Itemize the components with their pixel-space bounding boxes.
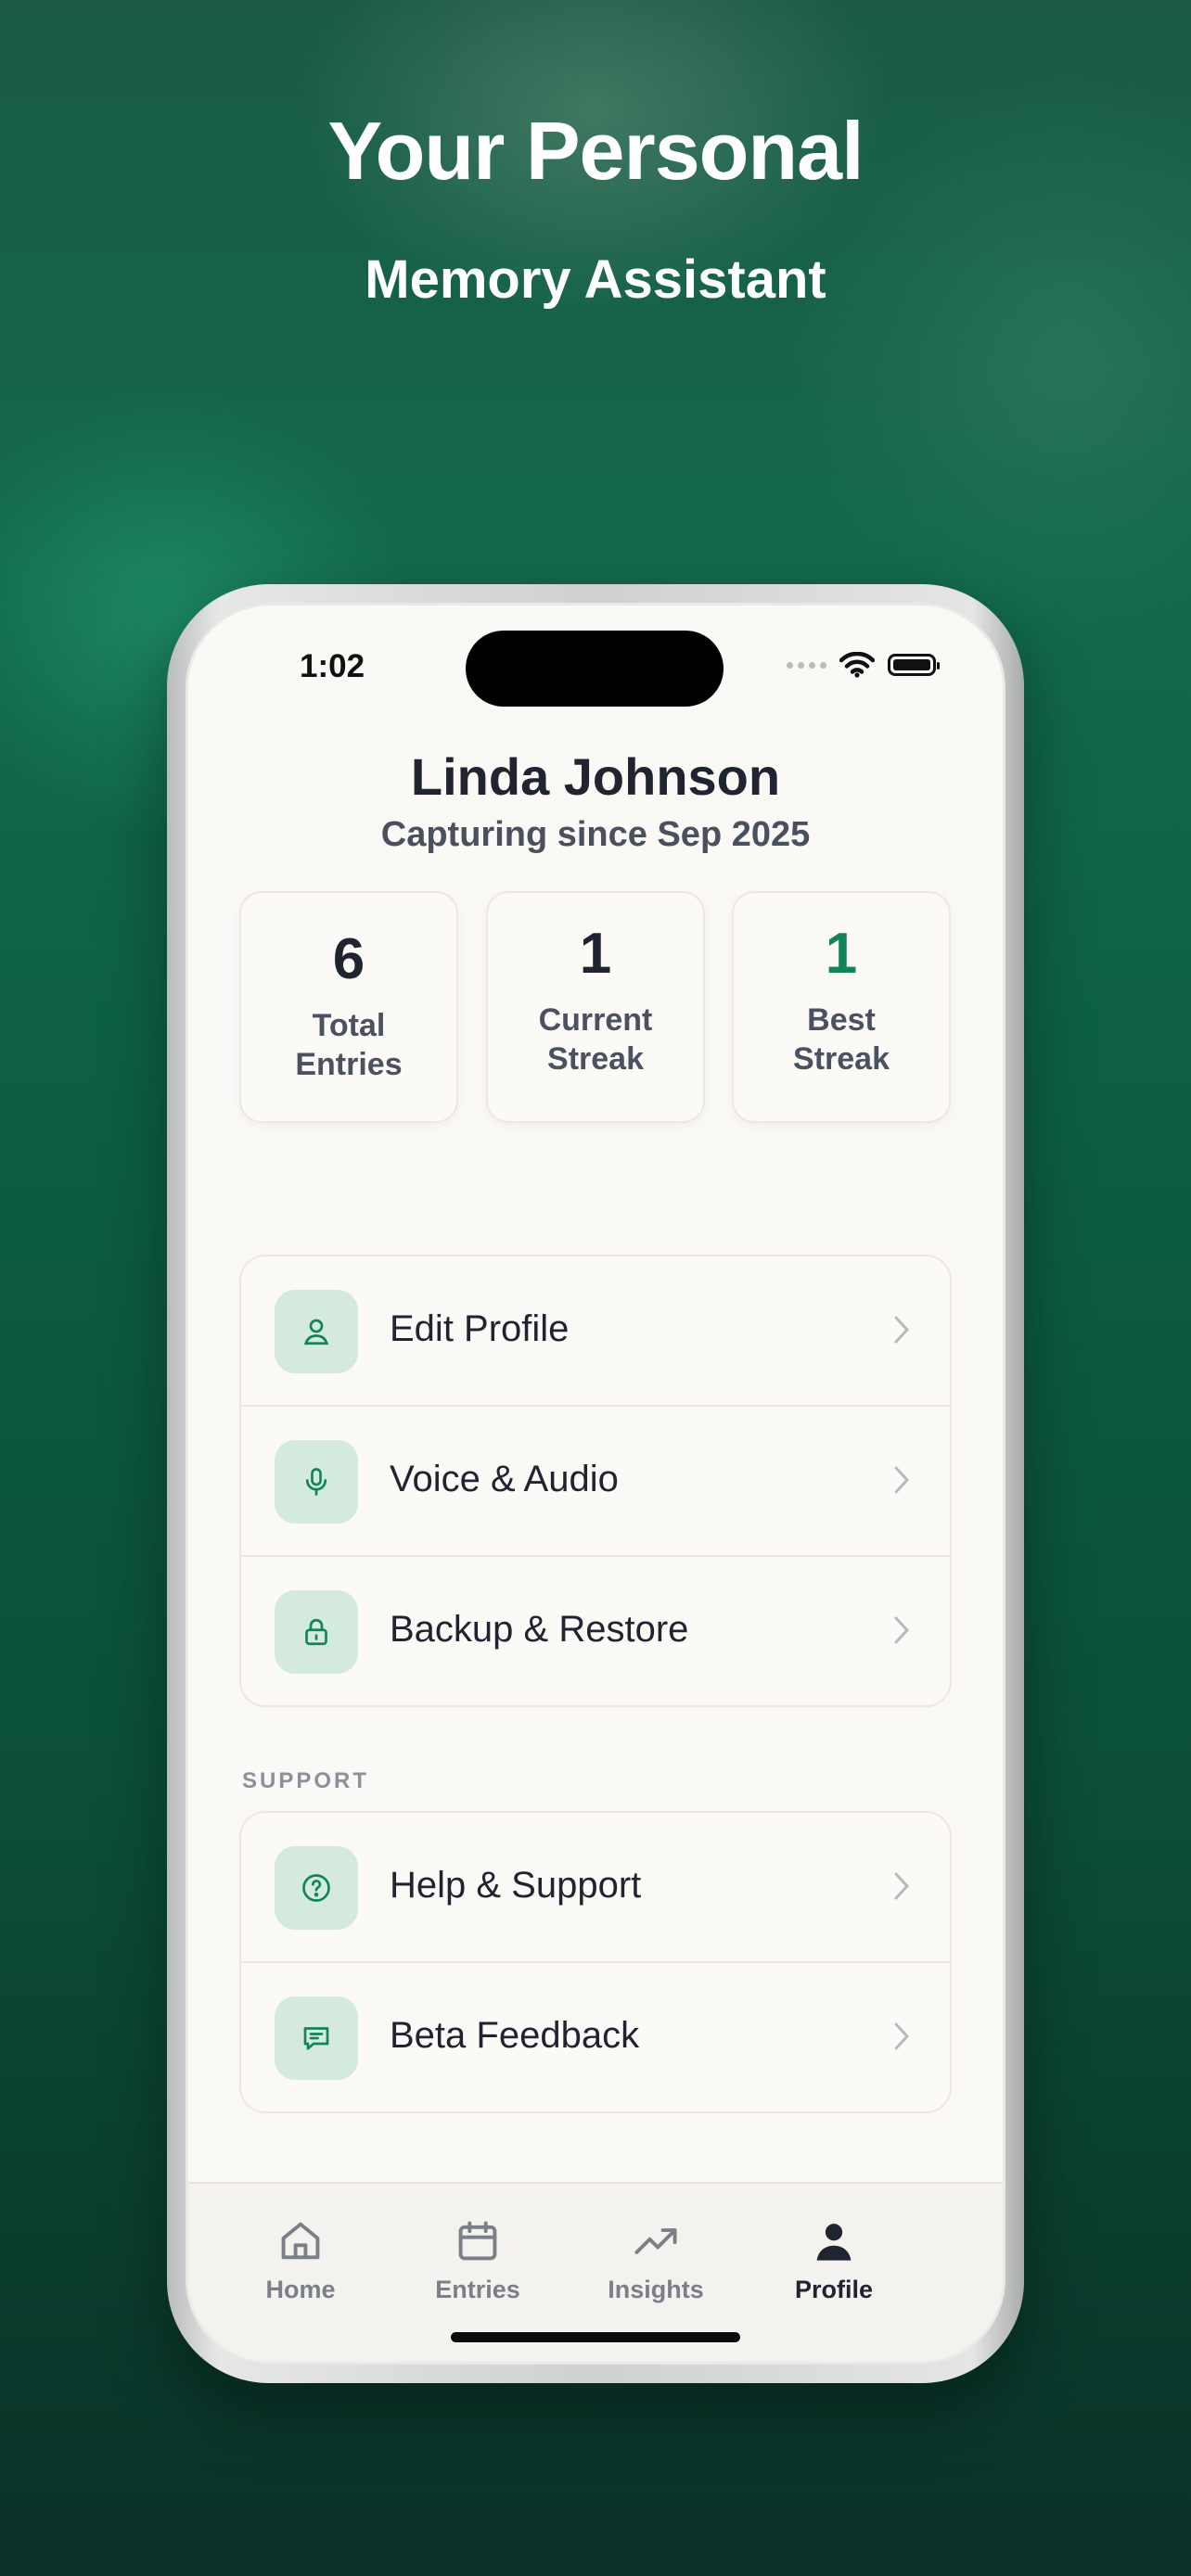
- phone-screen: 1:02 Linda Johnson Capturing since Sep 2…: [186, 603, 1005, 2365]
- stat-value: 1: [825, 922, 858, 986]
- status-time: 1:02: [300, 648, 365, 684]
- support-card: Help & Support Beta Feedback: [239, 1811, 952, 2113]
- home-icon: [281, 2222, 320, 2260]
- settings-item-edit-profile[interactable]: Edit Profile: [241, 1256, 950, 1407]
- stats-row: 6 Total Entries 1 Current Streak 1 Best Str…: [239, 891, 952, 1125]
- settings-item-label: Voice & Audio: [390, 1459, 619, 1499]
- chevron-right-icon: [894, 1466, 910, 1494]
- chevron-right-icon: [894, 1316, 910, 1344]
- microphone-icon: [275, 1440, 358, 1524]
- stat-current-streak: 1 Current Streak: [486, 891, 705, 1123]
- lock-icon: [275, 1590, 358, 1674]
- tab-entries[interactable]: Entries: [403, 2217, 552, 2304]
- trending-up-icon: [634, 2228, 677, 2254]
- user-icon: [275, 1290, 358, 1373]
- settings-item-backup-restore[interactable]: Backup & Restore: [241, 1557, 950, 1705]
- tab-label: Insights: [608, 2276, 704, 2303]
- stat-total-entries: 6 Total Entries: [239, 891, 458, 1123]
- stat-value: 6: [332, 927, 365, 991]
- support-item-beta-feedback[interactable]: Beta Feedback: [241, 1963, 950, 2111]
- stat-label: Total Entries: [295, 1008, 403, 1082]
- stat-best-streak: 1 Best Streak: [732, 891, 951, 1123]
- marketing-subtitle: Memory Assistant: [365, 249, 826, 310]
- chevron-right-icon: [894, 1616, 910, 1644]
- settings-item-voice-audio[interactable]: Voice & Audio: [241, 1407, 950, 1557]
- tab-insights[interactable]: Insights: [582, 2217, 730, 2304]
- signal-dots-icon: [787, 661, 826, 669]
- help-circle-icon: [275, 1846, 358, 1930]
- home-indicator: [451, 2332, 740, 2342]
- wifi-icon: [839, 652, 875, 678]
- marketing-title: Your Personal: [327, 105, 864, 197]
- tab-label: Entries: [435, 2276, 520, 2303]
- tab-label: Home: [265, 2276, 336, 2303]
- battery-icon: [888, 654, 940, 676]
- profile-icon: [816, 2224, 852, 2261]
- calendar-icon: [458, 2221, 497, 2261]
- settings-card: Edit Profile Voice & Audio Backup & Rest…: [239, 1255, 952, 1707]
- stat-value: 1: [579, 922, 612, 986]
- status-icons: [787, 652, 940, 678]
- phone-frame: 1:02 Linda Johnson Capturing since Sep 2…: [167, 584, 1024, 2383]
- support-item-label: Help & Support: [390, 1865, 642, 1906]
- stat-label: Current Streak: [538, 1002, 653, 1077]
- chevron-right-icon: [894, 2022, 910, 2050]
- chevron-right-icon: [894, 1872, 910, 1900]
- dynamic-island: [466, 631, 724, 707]
- profile-name: Linda Johnson: [410, 747, 781, 806]
- message-icon: [275, 1996, 358, 2080]
- profile-since: Capturing since Sep 2025: [380, 815, 811, 854]
- tab-home[interactable]: Home: [226, 2217, 375, 2304]
- support-item-help[interactable]: Help & Support: [241, 1813, 950, 1963]
- settings-item-label: Edit Profile: [390, 1308, 570, 1349]
- settings-item-label: Backup & Restore: [390, 1609, 689, 1650]
- tab-label: Profile: [794, 2276, 874, 2303]
- section-label-support: SUPPORT: [242, 1768, 370, 1793]
- tab-profile[interactable]: Profile: [760, 2217, 908, 2304]
- stat-label: Best Streak: [793, 1002, 890, 1077]
- support-item-label: Beta Feedback: [390, 2015, 640, 2056]
